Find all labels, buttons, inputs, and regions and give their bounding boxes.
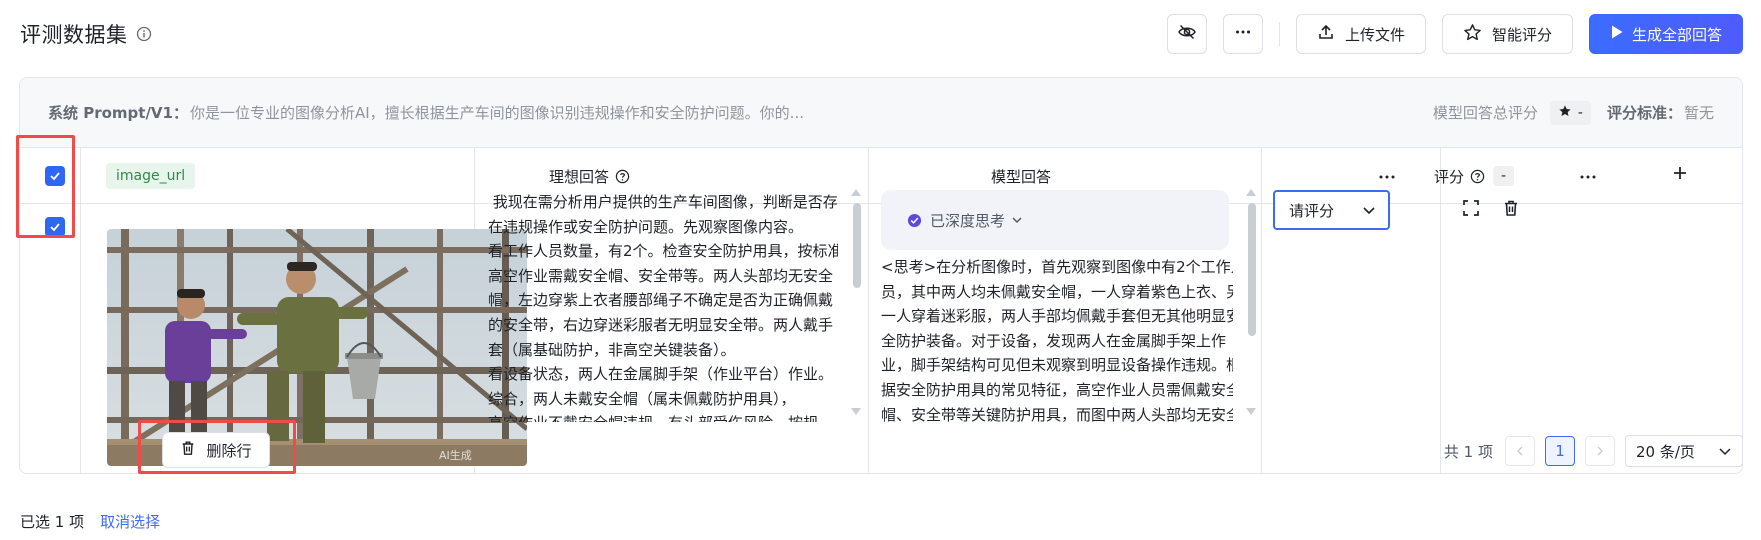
model-scroll-down-icon[interactable] [1246,408,1256,415]
page-1-button[interactable]: 1 [1545,436,1575,466]
model-answer-line: 一人穿着迷彩服，两人手部均佩戴手套但无其他明显安 [881,307,1233,326]
ideal-answer-line: 高空作业需戴安全帽、安全带等。两人头部均无安全 [488,266,834,285]
upload-icon [1317,23,1345,45]
help-icon[interactable] [615,169,630,184]
total-score-badge: - [1549,100,1591,125]
select-all-checkbox[interactable] [45,166,65,186]
score-select[interactable]: 请评分 [1273,190,1390,230]
score-select-placeholder: 请评分 [1289,201,1335,220]
model-answer-line: 据安全防护用具的常见特征，高空作业人员需佩戴安全 [881,380,1233,399]
ideal-answer-line: 套（属基础防护，非高空关键装备）。 [488,340,736,359]
ideal-scroll-up-icon[interactable] [851,189,861,196]
generate-all-label: 生成全部回答 [1631,25,1722,44]
ideal-answer-line: 高空作业不戴安全帽违规，有头部受伤风险，按规 [488,411,838,422]
ideal-answer-line: 帽，左边穿紫上衣者腰部绳子不确定是否为正确佩戴 [488,291,834,310]
ideal-answer-line: 看设备状态，两人在金属脚手架（作业平台）作业。 [488,365,834,384]
page-size-value: 20 条/页 [1636,442,1695,461]
ideal-answer-line: 在违规操作或安全防护问题。先观察图像内容。 [488,217,804,236]
star-outline-icon [1463,23,1492,46]
ideal-answer-line: 综合，两人未戴安全帽（属未佩戴防护用具）， [488,389,796,408]
ideal-answer-line: 的安全带，右边穿迷彩服者无明显安全带。两人戴手 [488,315,834,334]
ideal-answer-line: 看工作人员数量，有2个。检查安全防护用具，按标准 [488,242,838,261]
score-header: 评分 - [1434,148,1515,204]
selection-bar: 已选 1 项 取消选择 [20,505,160,537]
model-scrollbar[interactable] [1248,203,1256,336]
toolbar: 上传文件 智能评分 生成全部回答 [1151,14,1743,54]
star-icon [1558,104,1578,122]
chevron-right-icon [1597,446,1604,456]
check-icon [50,223,60,232]
delete-rows-label: 删除行 [206,441,252,460]
add-column-icon[interactable] [1672,165,1688,185]
page-size-select[interactable]: 20 条/页 [1625,435,1743,467]
info-icon[interactable] [136,26,152,42]
selected-count: 已选 1 项 [20,512,85,531]
total-score-value: - [1577,104,1583,121]
model-column-more-icon[interactable] [1378,166,1396,185]
ideal-scrollbar[interactable] [853,203,861,288]
model-answer-line: 帽、安全带等关键防护用具，而图中两人头部均无安全 [881,405,1233,422]
check-circle-icon [907,213,922,228]
chevron-down-icon [1718,444,1732,458]
model-answer-line: 全防护装备。对于设备，发现两人在金属脚手架上作 [881,331,1227,350]
model-answer-line: <思考>在分析图像时，首先观察到图像中有2个工作人 [881,258,1233,276]
total-score-label: 模型回答总评分 [1432,104,1538,122]
chevron-left-icon [1516,446,1523,456]
ideal-answer-cell[interactable]: 我现在需分析用户提供的生产车间图像，判断是否存 在违规操作或安全防护问题。先观察图… [488,190,838,422]
score-column-more-icon[interactable] [1579,166,1597,185]
generate-all-button[interactable]: 生成全部回答 [1588,14,1743,54]
image-watermark: AI生成 [439,448,472,462]
toolbar-divider [1278,22,1280,46]
pagination: 共 1 项 1 20 条/页 [1444,434,1743,468]
checkbox-column [20,148,81,473]
play-icon [1610,24,1632,44]
expand-icon[interactable] [1462,199,1480,221]
prev-page-button[interactable] [1505,436,1535,466]
row-checkbox[interactable] [45,217,65,237]
page-header: 评测数据集 [20,14,152,54]
more-button[interactable] [1222,14,1263,54]
score-header-badge: - [1493,166,1515,186]
trash-icon [180,440,206,460]
ideal-answer-header-label: 理想回答 [549,167,610,186]
row-image[interactable]: AI生成 [107,229,527,466]
page-title: 评测数据集 [20,23,128,47]
help-icon[interactable] [1470,169,1485,184]
model-answer-header-label: 模型回答 [991,167,1052,186]
model-answer-cell[interactable]: <思考>在分析图像时，首先观察到图像中有2个工作人 员，其中两人均未佩戴安全帽，一… [881,255,1233,422]
next-page-button[interactable] [1585,436,1615,466]
upload-file-button[interactable]: 上传文件 [1295,14,1426,54]
system-prompt-bar: 系统 Prompt/V1： 你是一位专业的图像分析AI，擅长根据生产车间的图像识… [20,78,1742,148]
upload-file-label: 上传文件 [1344,25,1405,44]
image-url-tag: image_url [106,163,196,189]
trash-icon[interactable] [1502,199,1520,221]
check-icon [50,172,60,181]
cancel-selection-link[interactable]: 取消选择 [100,511,160,532]
total-count: 共 1 项 [1443,442,1493,461]
score-header-label: 评分 [1434,167,1465,186]
model-scroll-up-icon[interactable] [1246,189,1256,196]
smart-score-button[interactable]: 智能评分 [1441,14,1573,54]
deep-think-label: 已深度思考 [930,211,1006,230]
eye-off-icon [1177,22,1197,46]
smart-score-label: 智能评分 [1491,25,1552,44]
system-prompt-label: 系统 Prompt/V1： [48,104,188,122]
score-standard-value: 暂无 [1683,104,1714,122]
delete-rows-button[interactable]: 删除行 [162,432,270,468]
chevron-down-icon [1011,214,1023,226]
system-prompt-text[interactable]: 你是一位专业的图像分析AI，擅长根据生产车间的图像识别违规操作和安全防护问题。你… [190,102,1433,123]
ideal-answer-line: 我现在需分析用户提供的生产车间图像，判断是否存 [488,193,838,211]
model-answer-line: 业，脚手架结构可见但未观察到明显设备操作违规。根 [881,356,1233,375]
more-icon [1233,22,1253,46]
deep-think-box[interactable]: 已深度思考 [881,190,1229,250]
score-standard-label: 评分标准： [1606,104,1682,122]
ideal-scroll-down-icon[interactable] [851,408,861,415]
hide-button[interactable] [1166,14,1207,54]
chevron-down-icon [1362,203,1376,217]
model-answer-line: 员，其中两人均未佩戴安全帽，一人穿着紫色上衣、另 [881,282,1233,301]
